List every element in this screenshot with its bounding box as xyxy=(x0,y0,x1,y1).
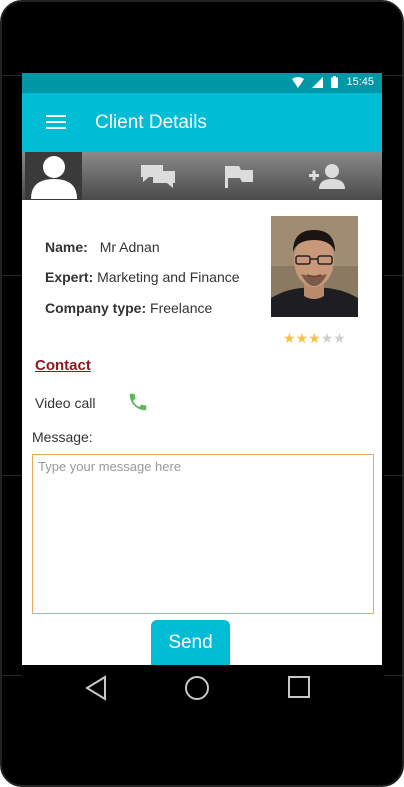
star-icon: ★ xyxy=(308,330,321,346)
name-value: Mr Adnan xyxy=(99,239,160,255)
flag-icon xyxy=(225,166,253,188)
star-icon: ★ xyxy=(283,330,296,346)
star-icon: ★ xyxy=(320,330,334,346)
company-type-value: Freelance xyxy=(150,300,213,316)
status-time: 15:45 xyxy=(346,76,374,88)
status-bar: 15:45 xyxy=(22,73,382,93)
star-icon: ★ xyxy=(295,330,309,346)
add-person-icon xyxy=(309,164,345,189)
tab-profile[interactable] xyxy=(25,152,82,200)
bezel-line xyxy=(2,475,24,476)
page-title: Client Details xyxy=(95,112,207,133)
status-icons: 15:45 xyxy=(292,76,374,88)
bezel-line xyxy=(384,275,404,276)
company-type-label: Company type: xyxy=(45,300,147,316)
hamburger-menu-icon[interactable] xyxy=(46,115,66,131)
client-photo xyxy=(271,216,358,317)
rating-stars: ★★★★★ xyxy=(283,330,346,347)
bezel-line xyxy=(2,75,24,76)
bezel-line xyxy=(2,675,24,676)
send-button[interactable]: Send xyxy=(151,620,230,665)
video-call-label: Video call xyxy=(35,395,96,411)
bezel-line xyxy=(384,475,404,476)
wifi-icon xyxy=(292,76,305,88)
signal-icon xyxy=(312,76,324,88)
message-label: Message: xyxy=(32,429,93,445)
tab-bar xyxy=(22,152,382,200)
name-row: Name: Mr Adnan xyxy=(45,239,160,255)
profile-icon xyxy=(30,156,77,199)
phone-icon[interactable] xyxy=(127,391,149,413)
tab-add-person[interactable] xyxy=(297,152,357,200)
tab-flag[interactable] xyxy=(214,152,264,200)
expert-value: Marketing and Finance xyxy=(97,269,240,285)
bezel-line xyxy=(384,675,404,676)
home-icon[interactable] xyxy=(184,675,210,701)
app-screen: 15:45 Client Details Name: Mr Adnan Expe… xyxy=(22,73,382,665)
company-type-row: Company type: Freelance xyxy=(45,300,212,316)
expert-row: Expert: Marketing and Finance xyxy=(45,269,240,285)
navigation-bar xyxy=(22,665,382,710)
contact-heading: Contact xyxy=(35,357,91,374)
recents-icon[interactable] xyxy=(287,675,311,699)
tab-chat[interactable] xyxy=(130,152,186,200)
message-textarea[interactable] xyxy=(32,454,374,614)
expert-label: Expert: xyxy=(45,269,94,285)
bezel-line xyxy=(384,75,404,76)
battery-icon xyxy=(331,76,339,88)
name-label: Name: xyxy=(45,239,88,255)
back-icon[interactable] xyxy=(85,675,107,701)
app-bar: Client Details xyxy=(22,93,382,152)
star-icon: ★ xyxy=(333,330,346,346)
bezel-line xyxy=(2,275,24,276)
chat-icon xyxy=(141,165,175,188)
